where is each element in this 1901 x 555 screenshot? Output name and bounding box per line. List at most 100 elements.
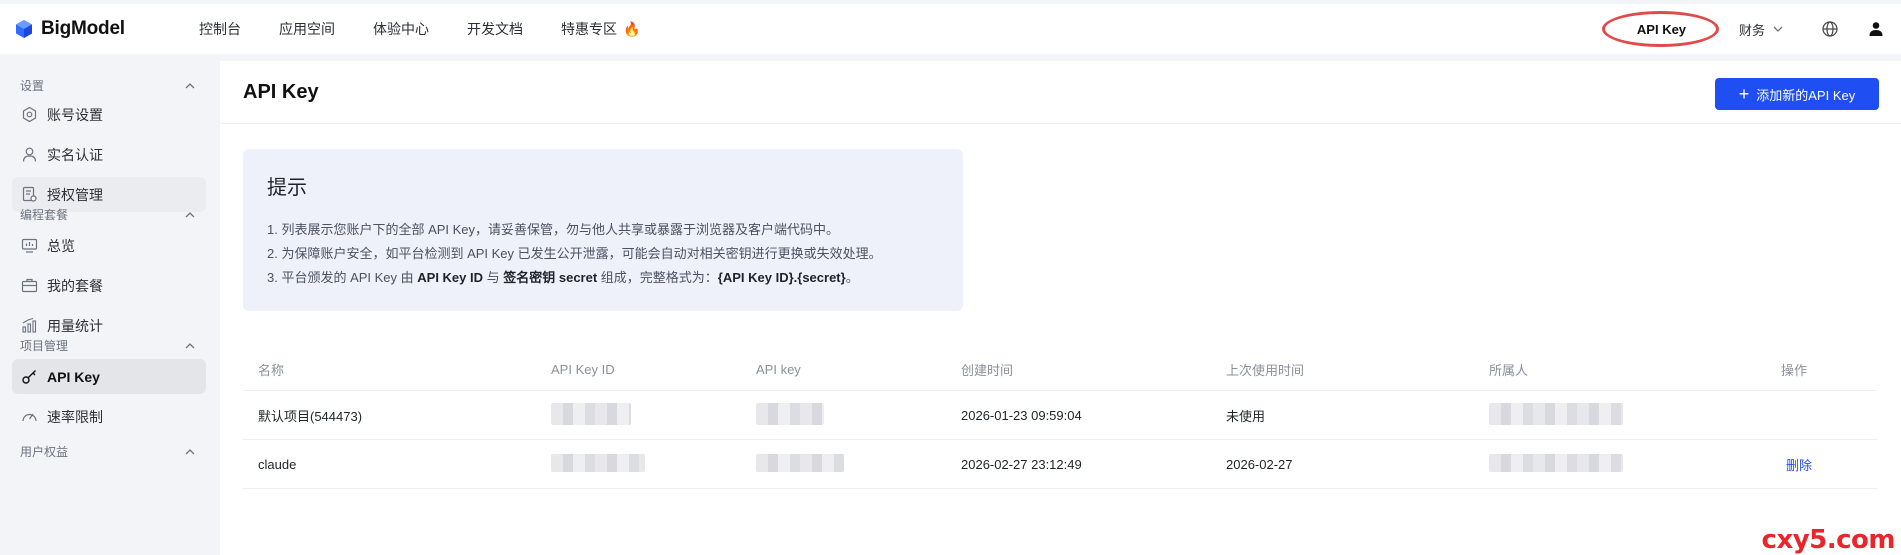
user-avatar-icon[interactable] — [1867, 20, 1885, 38]
sidebar-item-label: 账号设置 — [47, 106, 103, 123]
globe-icon[interactable] — [1821, 20, 1839, 38]
sidebar-group-title: 用户权益 — [20, 445, 69, 459]
col-actions: 操作 — [1781, 362, 1808, 378]
sidebar-item-label: 授权管理 — [47, 186, 103, 203]
chevron-up-icon — [185, 82, 195, 88]
row-api-key-id — [536, 453, 741, 475]
document-check-icon — [22, 186, 37, 202]
chevron-up-icon — [185, 211, 195, 217]
nav-finance-dropdown[interactable]: 财务 — [1739, 20, 1783, 39]
add-api-key-button[interactable]: + 添加新的API Key — [1715, 78, 1879, 110]
sidebar-item-identity-verification[interactable]: 实名认证 — [12, 137, 206, 172]
row-api-key-id — [536, 402, 741, 428]
sidebar-item-label: 我的套餐 — [47, 277, 103, 294]
redacted-value — [1489, 453, 1623, 472]
row-last-used: 未使用 — [1226, 408, 1266, 424]
chevron-up-icon — [185, 448, 195, 454]
nav-experience-center[interactable]: 体验中心 — [373, 19, 429, 39]
col-created: 创建时间 — [961, 362, 1014, 378]
main-menu: 控制台 应用空间 体验中心 开发文档 特惠专区 🔥 — [199, 19, 678, 39]
settings-icon — [22, 106, 37, 123]
table-row: 默认项目(544473) 2026-01-23 09:59:04 未使用 — [243, 391, 1877, 440]
nav-special-offers[interactable]: 特惠专区 🔥 — [561, 19, 640, 39]
sidebar-group-project-management[interactable]: 项目管理 — [20, 337, 195, 354]
sidebar-group-title: 设置 — [20, 79, 45, 93]
fire-icon: 🔥 — [623, 20, 641, 37]
tip-text: 3. 平台颁发的 API Key 由 — [267, 270, 418, 285]
highlight-ring — [1601, 11, 1719, 47]
tip-strong: {API Key ID}.{secret} — [717, 270, 846, 285]
col-last-used: 上次使用时间 — [1226, 362, 1305, 378]
plus-icon: + — [1738, 84, 1750, 104]
redacted-value — [756, 453, 844, 472]
sidebar-group-title: 编程套餐 — [20, 208, 69, 222]
row-last-used: 2026-02-27 — [1226, 456, 1293, 472]
table-header-row: 名称 API Key ID API key 创建时间 上次使用时间 所属人 操作 — [243, 348, 1877, 391]
nav-console[interactable]: 控制台 — [199, 19, 241, 39]
col-api-key-id: API Key ID — [551, 361, 615, 377]
chevron-down-icon — [1773, 26, 1783, 32]
sidebar-item-label: API Key — [47, 368, 100, 385]
table-row: claude 2026-02-27 23:12:49 2026-02-27 删除 — [243, 440, 1877, 489]
tip-strong: API Key ID — [417, 270, 484, 285]
sidebar-item-label: 总览 — [47, 237, 75, 254]
row-owner — [1474, 402, 1766, 428]
briefcase-icon — [21, 278, 38, 293]
redacted-value — [1489, 402, 1623, 425]
col-api-key: API key — [756, 361, 801, 377]
brand-logo[interactable]: BigModel — [14, 18, 184, 40]
user-icon — [22, 147, 37, 162]
nav-special-offers-label: 特惠专区 — [561, 21, 617, 37]
sidebar: 设置 账号设置 实名认证 授权管理 编程套餐 总览 我的套餐 用量统计 项目管理… — [0, 61, 218, 555]
brand-name: BigModel — [41, 18, 125, 39]
sidebar-item-label: 用量统计 — [47, 317, 103, 334]
watermark: cxy5.com — [1761, 525, 1896, 555]
logo-mark-icon — [16, 20, 32, 38]
tip-line-3: 3. 平台颁发的 API Key 由 API Key ID 与 签名密钥 sec… — [267, 266, 939, 290]
add-api-key-label: 添加新的API Key — [1756, 87, 1856, 103]
sidebar-item-my-plan[interactable]: 我的套餐 — [12, 268, 206, 303]
nav-api-key-link[interactable]: API Key — [1601, 11, 1719, 47]
row-created: 2026-01-23 09:59:04 — [961, 407, 1082, 423]
tip-panel: 提示 1. 列表展示您账户下的全部 API Key，请妥善保管，勿与他人共享或暴… — [243, 149, 963, 311]
tip-text: 组成，完整格式为： — [597, 270, 718, 285]
nav-app-space[interactable]: 应用空间 — [279, 19, 335, 39]
sidebar-item-api-key[interactable]: API Key — [12, 359, 206, 394]
sidebar-item-overview[interactable]: 总览 — [12, 228, 206, 263]
row-api-key — [741, 402, 946, 428]
sidebar-group-coding-plan[interactable]: 编程套餐 — [20, 206, 195, 223]
tip-strong: 签名密钥 secret — [503, 270, 598, 285]
row-owner — [1474, 453, 1766, 475]
sidebar-item-label: 实名认证 — [47, 146, 103, 163]
redacted-value — [551, 402, 631, 425]
row-name: 默认项目(544473) — [258, 408, 363, 424]
page-header: API Key — [220, 61, 1901, 124]
row-created: 2026-02-27 23:12:49 — [961, 456, 1082, 472]
chevron-up-icon — [185, 342, 195, 348]
sidebar-item-rate-limit[interactable]: 速率限制 — [12, 399, 206, 434]
delete-button[interactable]: 删除 — [1786, 458, 1812, 473]
nav-finance-label: 财务 — [1738, 22, 1765, 38]
tip-text: 与 — [483, 270, 504, 285]
sidebar-group-user-benefits[interactable]: 用户权益 — [20, 443, 195, 460]
sidebar-group-settings[interactable]: 设置 — [20, 77, 195, 94]
sidebar-item-account-settings[interactable]: 账号设置 — [12, 97, 206, 132]
tip-line-2: 2. 为保障账户安全，如平台检测到 API Key 已发生公开泄露，可能会自动对… — [267, 246, 882, 261]
top-navigation: BigModel 控制台 应用空间 体验中心 开发文档 特惠专区 🔥 API K… — [0, 4, 1901, 54]
sidebar-group-title: 项目管理 — [20, 339, 69, 353]
nav-dev-docs[interactable]: 开发文档 — [467, 19, 523, 39]
col-owner: 所属人 — [1489, 362, 1529, 378]
row-actions: 删除 — [1766, 455, 1877, 474]
redacted-value — [551, 453, 645, 472]
redacted-value — [756, 402, 824, 425]
row-api-key — [741, 453, 946, 475]
bar-chart-icon — [22, 317, 37, 333]
tip-title: 提示 — [267, 177, 307, 199]
sidebar-item-label: 速率限制 — [47, 408, 103, 425]
key-link-icon — [22, 370, 36, 384]
row-name: claude — [258, 456, 297, 472]
gauge-icon — [22, 413, 37, 422]
api-key-table: 名称 API Key ID API key 创建时间 上次使用时间 所属人 操作… — [243, 348, 1877, 489]
page-title: API Key — [243, 80, 319, 103]
tip-text: 。 — [845, 270, 859, 285]
